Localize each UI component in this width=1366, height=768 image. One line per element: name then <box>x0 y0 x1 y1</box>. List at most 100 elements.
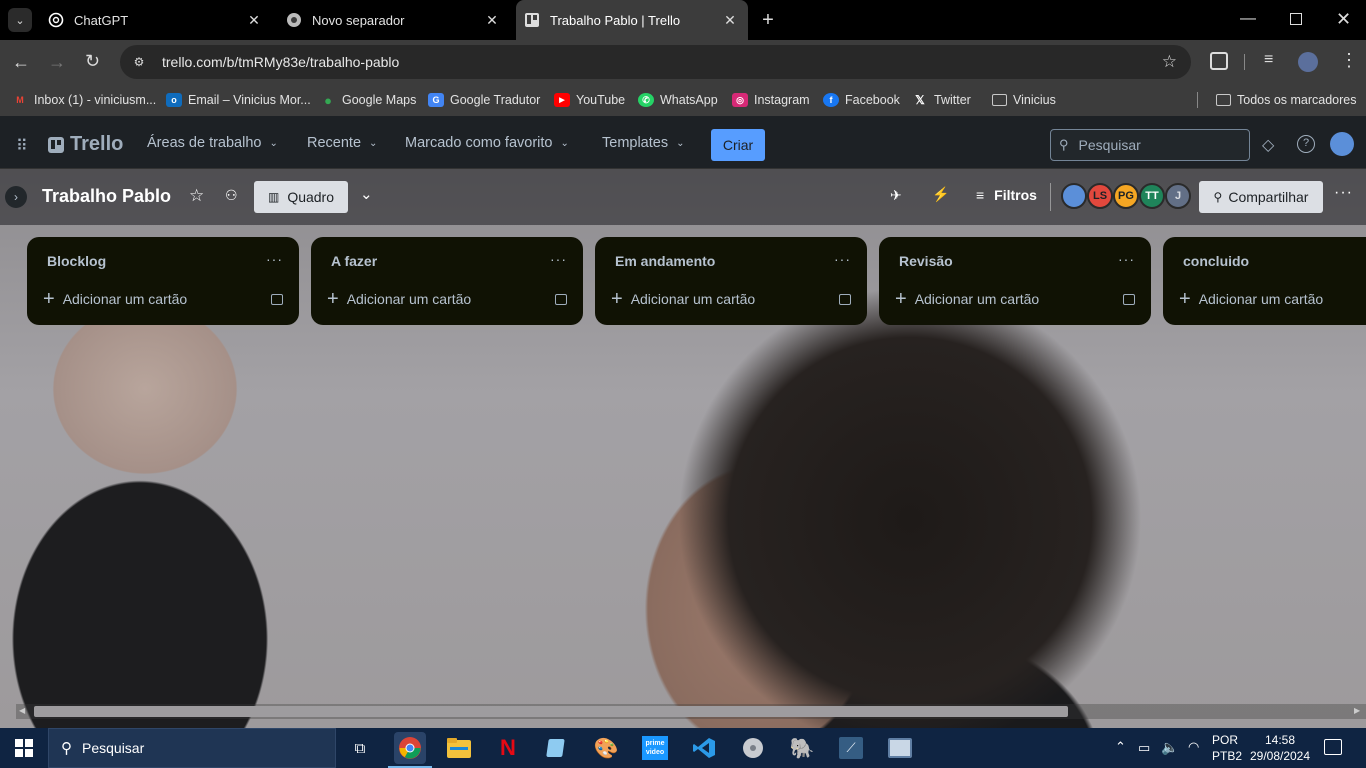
automation-icon[interactable]: ⚡ <box>932 186 949 203</box>
scrollbar-thumb[interactable] <box>34 706 1068 717</box>
netflix-icon[interactable]: N <box>492 732 524 764</box>
chevron-down-icon[interactable]: ⌄ <box>360 185 373 203</box>
bookmark-whatsapp[interactable]: ✆ WhatsApp <box>638 91 718 109</box>
window-close-button[interactable]: ✕ <box>1336 9 1351 30</box>
prime-video-icon[interactable]: prime video <box>639 732 671 764</box>
task-view-icon[interactable]: ⧉ <box>344 732 376 764</box>
site-info-icon[interactable]: ⚙ <box>130 53 148 71</box>
control-panel-icon[interactable] <box>884 732 916 764</box>
app-switcher-icon[interactable]: ⠿ <box>16 136 28 156</box>
show-hidden-icons[interactable]: ⌃ <box>1115 739 1126 755</box>
forward-button[interactable]: → <box>48 52 66 73</box>
add-card-button[interactable]: + Adicionar um cartão <box>611 289 755 309</box>
bookmark-google-maps[interactable]: ● Google Maps <box>320 91 416 109</box>
list-title[interactable]: Blocklog <box>47 253 106 269</box>
close-icon[interactable]: ✕ <box>484 12 500 28</box>
member-avatar[interactable] <box>1061 183 1087 209</box>
postgres-icon[interactable]: 🐘 <box>786 732 818 764</box>
vscode-icon[interactable] <box>688 732 720 764</box>
star-board-icon[interactable]: ☆ <box>189 186 204 206</box>
sidebar-expand-button[interactable]: › <box>5 186 27 208</box>
chrome-menu-icon[interactable]: ⋮ <box>1340 50 1358 71</box>
scroll-left-arrow[interactable]: ◀ <box>19 706 25 715</box>
all-bookmarks-folder[interactable]: Todos os marcadores <box>1216 91 1357 109</box>
scroll-right-arrow[interactable]: ▶ <box>1354 706 1360 715</box>
address-bar[interactable]: ⚙ trello.com/b/tmRMy83e/trabalho-pablo ☆ <box>120 45 1191 79</box>
restore-button[interactable] <box>1290 13 1302 25</box>
list-menu-icon[interactable]: ··· <box>550 251 567 267</box>
media-control-icon[interactable]: ≡ <box>1264 51 1273 69</box>
menu-starred[interactable]: Marcado como favorito ⌄ <box>405 135 569 151</box>
list-title[interactable]: A fazer <box>331 253 377 269</box>
card-template-icon[interactable] <box>555 294 567 305</box>
profile-avatar-icon[interactable] <box>1298 52 1318 72</box>
notifications-icon[interactable]: ◇ <box>1262 135 1274 155</box>
paint-icon[interactable]: 🎨 <box>590 732 622 764</box>
close-icon[interactable]: ✕ <box>246 12 262 28</box>
bookmark-outlook[interactable]: o Email – Vinicius Mor... <box>166 91 311 109</box>
battery-icon[interactable]: ▭ <box>1138 740 1150 756</box>
list-title[interactable]: Em andamento <box>615 253 715 269</box>
filters-button[interactable]: ≡ Filtros <box>976 187 1037 203</box>
board-view-button[interactable]: ▥ Quadro <box>254 181 348 213</box>
member-avatar[interactable]: PG <box>1113 183 1139 209</box>
menu-recent[interactable]: Recente ⌄ <box>307 135 377 151</box>
list-title[interactable]: Revisão <box>899 253 953 269</box>
taskbar-search-input[interactable]: ⚲ Pesquisar <box>48 728 336 768</box>
list-menu-icon[interactable]: ··· <box>834 251 851 267</box>
wifi-icon[interactable]: ◠ <box>1188 739 1199 755</box>
add-card-button[interactable]: + Adicionar um cartão <box>1179 289 1323 309</box>
back-button[interactable]: ← <box>12 52 30 73</box>
list-title[interactable]: concluido <box>1183 253 1249 269</box>
minimize-button[interactable]: — <box>1240 10 1256 28</box>
user-avatar[interactable] <box>1330 132 1354 156</box>
board-menu-icon[interactable]: ··· <box>1334 184 1353 202</box>
tab-trello[interactable]: Trabalho Pablo | Trello ✕ <box>516 0 748 40</box>
windows-start-icon[interactable] <box>8 732 40 764</box>
file-explorer-icon[interactable] <box>443 732 475 764</box>
card-template-icon[interactable] <box>1123 294 1135 305</box>
bookmark-star-icon[interactable]: ☆ <box>1162 52 1177 72</box>
card-template-icon[interactable] <box>271 294 283 305</box>
create-button[interactable]: Criar <box>711 129 765 161</box>
media-player-icon[interactable] <box>737 732 769 764</box>
help-icon[interactable]: ? <box>1297 135 1315 153</box>
bookmark-folder-vinicius[interactable]: Vinicius <box>992 91 1056 109</box>
notepad-icon[interactable] <box>541 732 573 764</box>
visibility-icon[interactable]: ⚇ <box>225 187 238 204</box>
close-icon[interactable]: ✕ <box>722 12 738 28</box>
new-tab-button[interactable]: + <box>758 9 778 31</box>
add-card-button[interactable]: + Adicionar um cartão <box>895 289 1039 309</box>
bookmark-gmail[interactable]: M Inbox (1) - viniciusm... <box>12 91 156 109</box>
bookmark-google-tradutor[interactable]: G Google Tradutor <box>428 91 540 109</box>
bookmark-facebook[interactable]: f Facebook <box>823 91 900 109</box>
input-language[interactable]: POR PTB2 <box>1212 732 1242 764</box>
bookmark-instagram[interactable]: ◎ Instagram <box>732 91 810 109</box>
list-menu-icon[interactable]: ··· <box>1118 251 1135 267</box>
list-menu-icon[interactable]: ··· <box>266 251 283 267</box>
menu-templates[interactable]: Templates ⌄ <box>602 135 684 151</box>
add-card-button[interactable]: + Adicionar um cartão <box>327 289 471 309</box>
member-avatar[interactable]: LS <box>1087 183 1113 209</box>
add-card-button[interactable]: + Adicionar um cartão <box>43 289 187 309</box>
search-input[interactable]: ⚲ Pesquisar <box>1050 129 1250 161</box>
chrome-taskbar-icon[interactable] <box>394 732 426 764</box>
tab-novo-separador[interactable]: Novo separador ✕ <box>278 0 510 40</box>
power-ups-icon[interactable]: ✈ <box>890 187 902 204</box>
trello-logo[interactable]: Trello <box>48 133 123 156</box>
board-title[interactable]: Trabalho Pablo <box>42 186 171 207</box>
mysql-workbench-icon[interactable]: ⟋ <box>835 732 867 764</box>
tab-chatgpt[interactable]: ChatGPT ✕ <box>40 0 272 40</box>
tab-search-button[interactable]: ⌄ <box>8 8 32 32</box>
bookmark-twitter[interactable]: 𝕏 Twitter <box>912 91 971 109</box>
extensions-icon[interactable] <box>1210 52 1228 70</box>
menu-workspaces[interactable]: Áreas de trabalho ⌄ <box>147 135 278 151</box>
share-button[interactable]: ⚲ Compartilhar <box>1199 181 1323 213</box>
member-avatar[interactable]: TT <box>1139 183 1165 209</box>
bookmark-youtube[interactable]: ▶ YouTube <box>554 91 625 109</box>
clock[interactable]: 14:58 29/08/2024 <box>1248 732 1312 764</box>
reload-button[interactable]: ↻ <box>85 51 100 72</box>
card-template-icon[interactable] <box>839 294 851 305</box>
notifications-icon[interactable] <box>1324 739 1342 755</box>
volume-icon[interactable]: 🔈 <box>1161 739 1178 756</box>
